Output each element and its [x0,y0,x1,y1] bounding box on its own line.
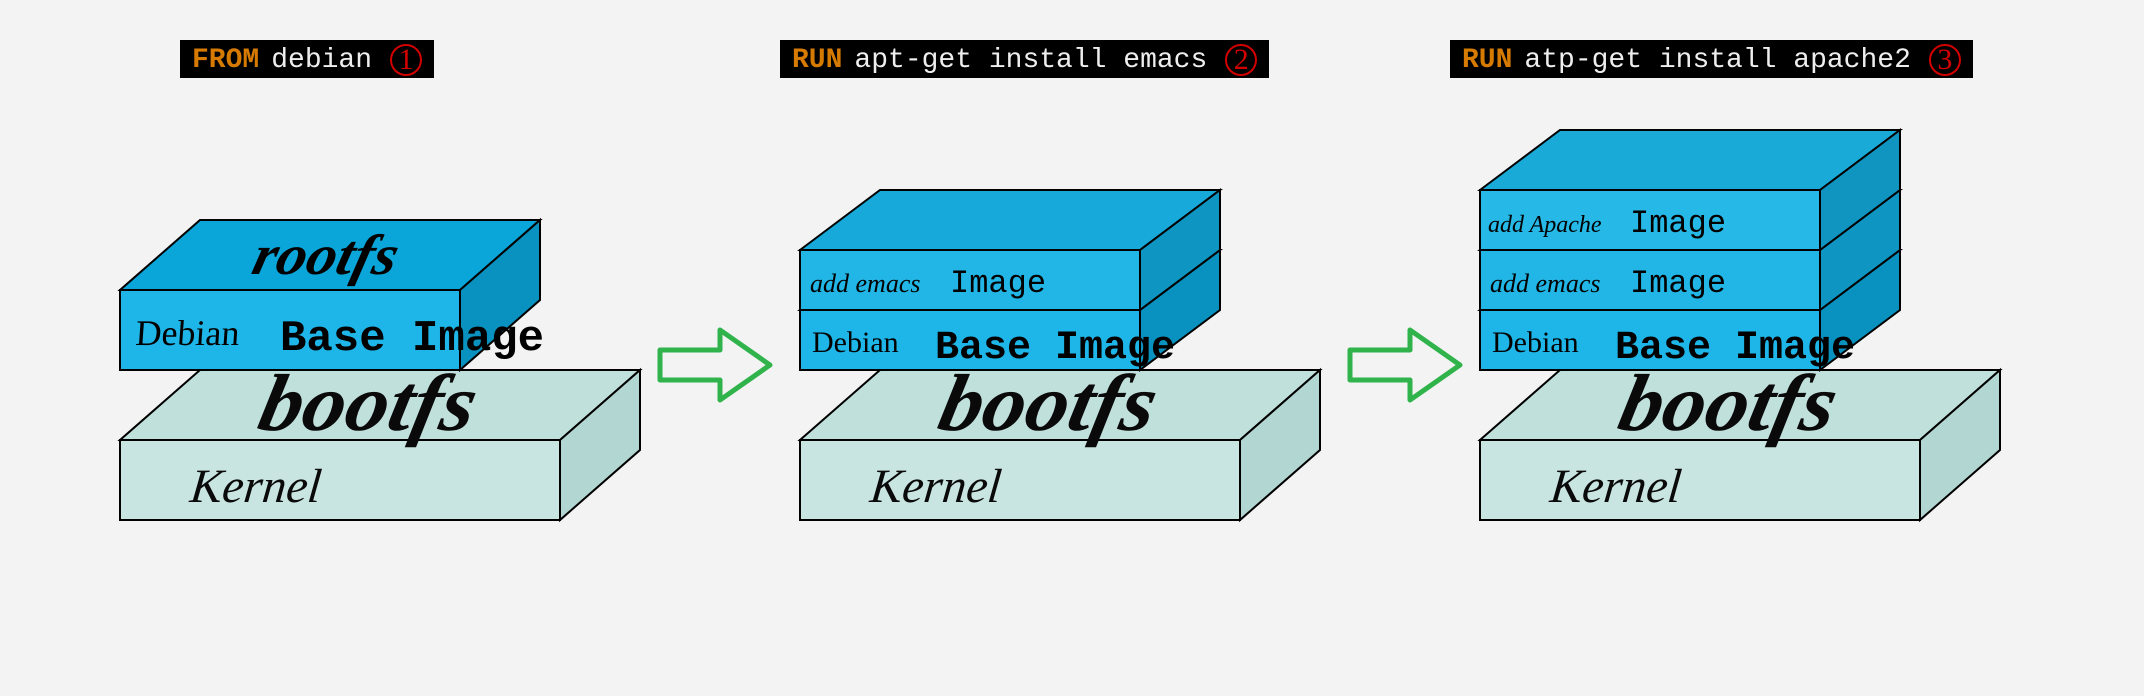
bootfs-label-3: bootfs [1612,359,1846,448]
step-3-base: bootfs Kernel [1480,359,2000,520]
base-image-label-1: Base Image [280,314,544,364]
base-image-label-2: Base Image [935,326,1175,371]
cmd-3-keyword: RUN [1462,45,1512,76]
cmd-1: FROM debian 1 [180,40,434,78]
step-2-base: bootfs Kernel [800,359,1320,520]
cmd-1-keyword: FROM [192,45,259,76]
cmd-3-args: atp-get install apache2 [1524,45,1910,76]
cmd-2-args: apt-get install emacs [854,45,1207,76]
arrow-1 [660,330,770,400]
arrow-2 [1350,330,1460,400]
cmd-1-args: debian [271,45,372,76]
cmd-2-num: 2 [1225,44,1257,76]
cmd-3: RUN atp-get install apache2 3 [1450,40,1973,78]
image-label-3a: Image [1630,265,1726,302]
base-image-label-3: Base Image [1615,326,1855,371]
bootfs-label-2: bootfs [932,359,1166,448]
kernel-label: Kernel [187,460,324,513]
add-apache-label: add Apache [1488,212,1602,238]
docker-layers-diagram: bootfs Kernel rootfs Debian Base Image b… [0,0,2144,696]
rootfs-label: rootfs [247,223,406,286]
debian-side-label-2: Debian [812,326,899,359]
step-2-emacs-layer: add emacs Image [800,190,1220,310]
add-emacs-label-2: add emacs [810,269,920,298]
cmd-2: RUN apt-get install emacs 2 [780,40,1269,78]
add-emacs-label-3: add emacs [1490,269,1600,298]
bootfs-label: bootfs [252,359,486,448]
step-1-base: bootfs Kernel [120,359,640,520]
cmd-1-num: 1 [390,44,422,76]
cmd-2-keyword: RUN [792,45,842,76]
image-label-2: Image [950,265,1046,302]
debian-side-label-3: Debian [1492,326,1579,359]
debian-side-label: Debian [134,313,241,353]
kernel-label-2: Kernel [867,460,1004,513]
image-label-3b: Image [1630,205,1726,242]
kernel-label-3: Kernel [1547,460,1684,513]
cmd-3-num: 3 [1929,44,1961,76]
step-3-apache-layer: add Apache Image [1480,130,1900,250]
